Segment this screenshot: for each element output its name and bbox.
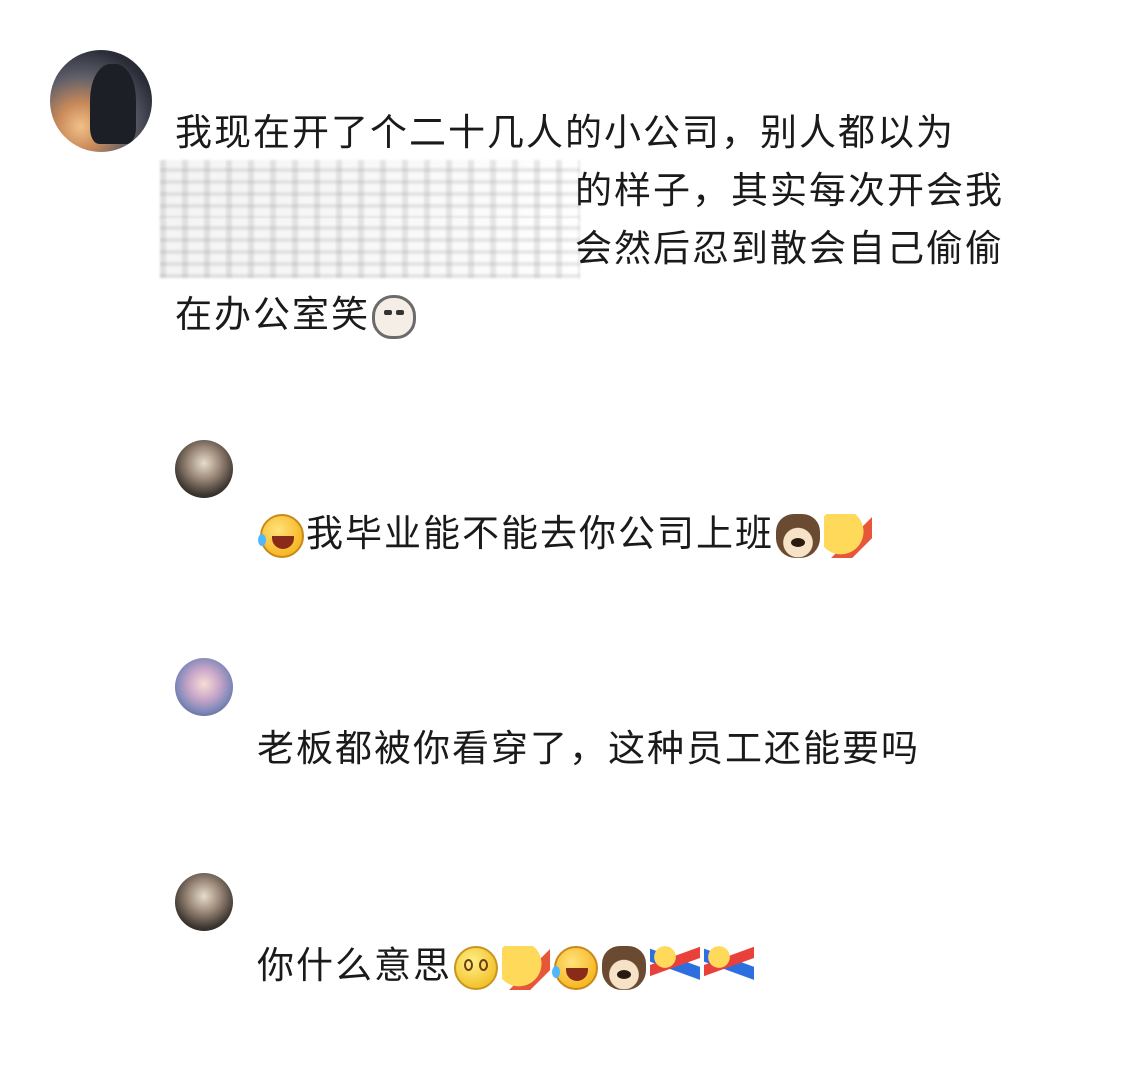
- dog-face-icon: [602, 945, 646, 990]
- comment-body: 你什么意思: [257, 937, 756, 995]
- comment-text-line: 我现在开了个二十几人的小公司，别人都以为: [175, 111, 955, 154]
- blurred-text: [160, 218, 580, 278]
- avatar-silhouette: [90, 64, 136, 144]
- comment-text: 我毕业能不能去你公司上班: [306, 512, 774, 555]
- comment-text: 你什么意思: [257, 944, 452, 987]
- pointing-hand-icon: [502, 945, 550, 990]
- pointing-hand-icon: [824, 513, 872, 558]
- comment-body: 我毕业能不能去你公司上班: [258, 505, 874, 563]
- avatar[interactable]: [50, 50, 152, 152]
- avatar[interactable]: [175, 440, 233, 498]
- comment-text: 在办公室笑: [175, 293, 370, 336]
- avatar[interactable]: [175, 658, 233, 716]
- cat-face-icon: [372, 294, 416, 339]
- dog-face-icon: [776, 513, 820, 558]
- comment-text: 老板都被你看穿了，这种员工还能要吗: [257, 727, 920, 770]
- blurred-text: [160, 160, 580, 220]
- smile-icon: [454, 945, 498, 990]
- rolling-laugh-icon: [258, 513, 304, 558]
- avatar[interactable]: [175, 873, 233, 931]
- comment-text-line: 的样子，其实每次开会我: [575, 169, 1004, 212]
- kneeling-person-icon: [704, 945, 754, 990]
- comment-text-line: 会然后忍到散会自己偷偷: [575, 227, 1004, 270]
- kneeling-person-icon: [650, 945, 700, 990]
- comment-text-line: 在办公室笑: [175, 286, 418, 344]
- rolling-laugh-icon: [552, 945, 598, 990]
